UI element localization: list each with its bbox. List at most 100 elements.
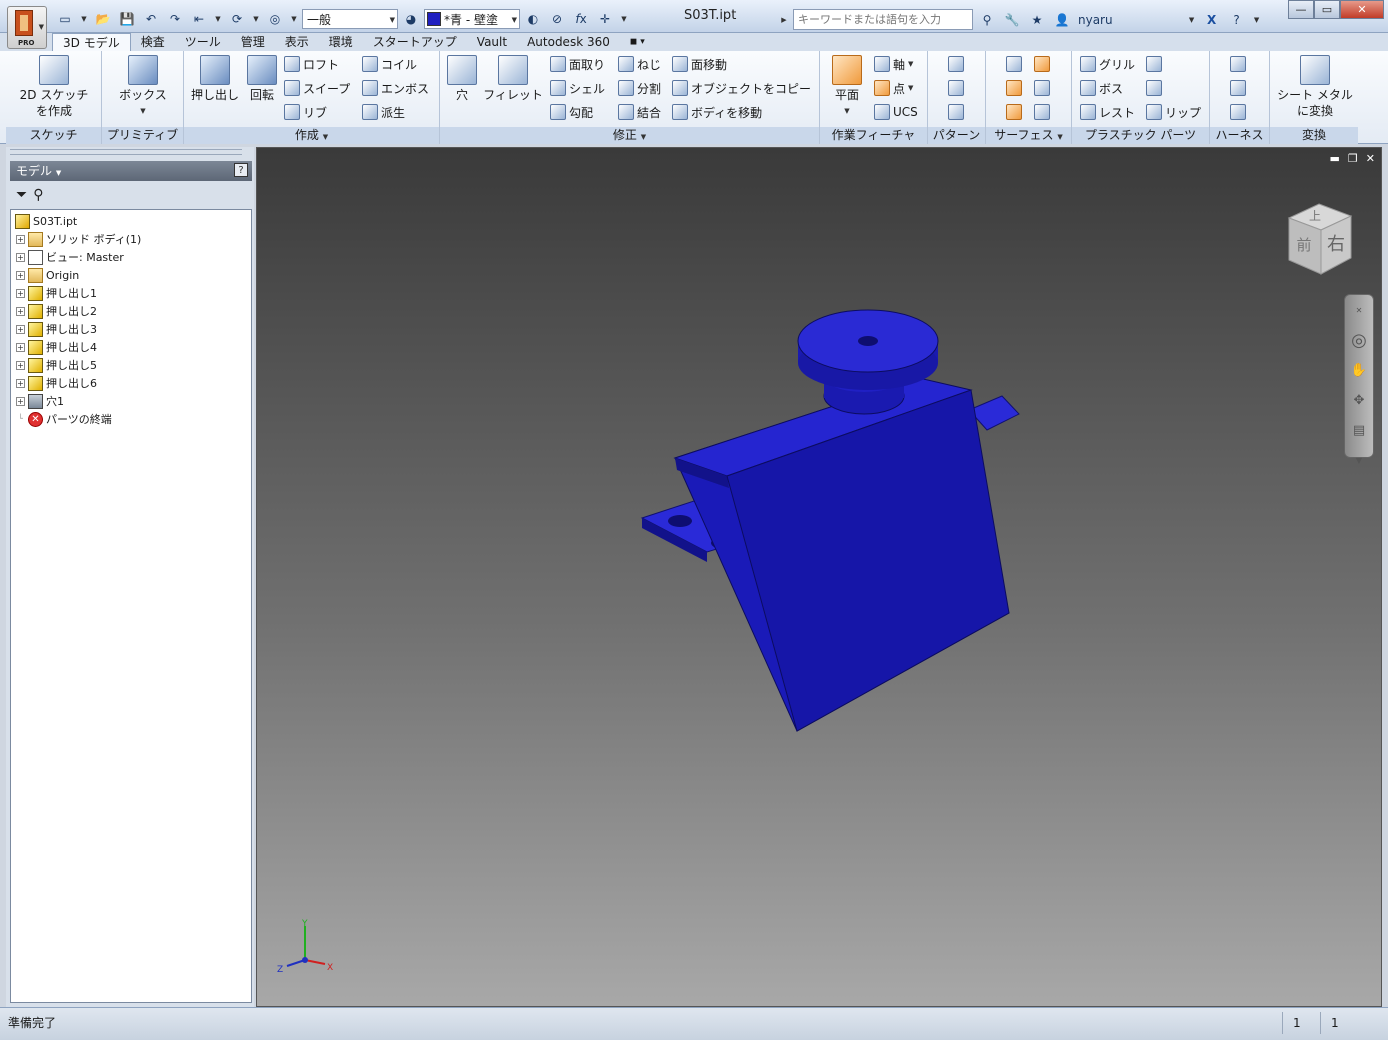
move-body-button[interactable]: ボディを移動: [672, 102, 762, 122]
minimize-button[interactable]: —: [1288, 0, 1314, 19]
tab-tools[interactable]: ツール: [175, 33, 231, 51]
tree-node-folder[interactable]: + Origin: [11, 266, 251, 284]
wrench-icon[interactable]: 🔧: [1001, 10, 1023, 30]
parameters-fx-icon[interactable]: fx: [570, 9, 592, 29]
tab-manage[interactable]: 管理: [231, 33, 275, 51]
combine-button[interactable]: 結合: [618, 102, 661, 122]
clear-appearance-icon[interactable]: ⊘: [546, 9, 568, 29]
tree-expand-icon[interactable]: +: [16, 234, 25, 244]
tree-node-feature[interactable]: + 押し出し5: [11, 356, 251, 374]
tree-expand-icon[interactable]: +: [16, 252, 25, 262]
delete-face-button[interactable]: [1034, 102, 1050, 122]
navbar-menu-icon[interactable]: ▼: [1348, 449, 1370, 471]
navbar-close-icon[interactable]: ✕: [1348, 299, 1370, 321]
tree-expand-icon[interactable]: +: [16, 342, 25, 352]
user-dropdown[interactable]: ▼: [1186, 10, 1198, 30]
close-button[interactable]: ✕: [1340, 0, 1384, 19]
viewcube[interactable]: 上 前 右: [1279, 200, 1359, 280]
viewport-minimize-icon[interactable]: ▬: [1330, 152, 1340, 165]
viewport-close-icon[interactable]: ✕: [1366, 152, 1375, 165]
steering-wheel-icon[interactable]: ◎: [1348, 329, 1370, 351]
graphics-viewport[interactable]: ▬ ❐ ✕ 上 前 右 ✕ ◎ ✋ ✥ ▤ ▼ Y X Z: [256, 147, 1382, 1007]
tree-node-root[interactable]: S03T.ipt: [11, 212, 251, 230]
tree-node-hole[interactable]: + 穴1: [11, 392, 251, 410]
tree-expand-icon[interactable]: +: [16, 360, 25, 370]
create-2d-sketch-button[interactable]: 2D スケッチ を作成: [16, 55, 92, 119]
move-face-button[interactable]: 面移動: [672, 54, 727, 74]
tree-expand-icon[interactable]: +: [16, 378, 25, 388]
point-button[interactable]: 点 ▼: [874, 78, 913, 98]
help-dropdown[interactable]: ▼: [1251, 10, 1263, 30]
color-combo[interactable]: *青 - 壁塗 ▼: [424, 9, 520, 29]
tree-node-feature[interactable]: + 押し出し1: [11, 284, 251, 302]
panel-title-create[interactable]: 作成 ▼: [184, 127, 439, 144]
axis-button[interactable]: 軸 ▼: [874, 54, 913, 74]
maximize-button[interactable]: ▭: [1314, 0, 1340, 19]
browser-grip[interactable]: [10, 149, 242, 155]
sweep-button[interactable]: スイープ: [284, 78, 350, 98]
convert-sheet-metal-button[interactable]: シート メタル に変換: [1272, 55, 1358, 119]
search-expand-icon[interactable]: ▶: [778, 10, 790, 30]
servo-model[interactable]: [627, 298, 1047, 748]
search-input[interactable]: [793, 9, 973, 30]
adjust-icon[interactable]: ◐: [522, 9, 544, 29]
shell-button[interactable]: シェル: [550, 78, 605, 98]
tab-getstarted[interactable]: スタートアップ: [363, 33, 467, 51]
derive-button[interactable]: 派生: [362, 102, 405, 122]
tree-node-feature[interactable]: + 押し出し4: [11, 338, 251, 356]
open-icon[interactable]: 📂: [92, 9, 114, 29]
tree-expand-icon[interactable]: +: [16, 324, 25, 334]
tree-node-folder[interactable]: + ソリッド ボディ(1): [11, 230, 251, 248]
fillet-button[interactable]: フィレット: [482, 55, 544, 103]
tab-view[interactable]: 表示: [275, 33, 319, 51]
trim-button[interactable]: [1034, 78, 1050, 98]
binoculars-icon[interactable]: ⚲: [976, 10, 998, 30]
exchange-x-icon[interactable]: X: [1201, 10, 1223, 30]
new-dropdown[interactable]: ▼: [78, 9, 90, 29]
thread-button[interactable]: ねじ: [618, 54, 661, 74]
harness-2-button[interactable]: [1230, 78, 1246, 98]
tree-node-feature[interactable]: + 押し出し3: [11, 320, 251, 338]
select-icon[interactable]: ◎: [264, 9, 286, 29]
ribbon-minimize-toggle[interactable]: ◼ ▾: [620, 33, 655, 51]
rule-fillet-button[interactable]: [1146, 78, 1162, 98]
appearance-icon[interactable]: ◕: [400, 9, 422, 29]
pan-hand-icon[interactable]: ✋: [1348, 359, 1370, 381]
tree-expand-icon[interactable]: +: [16, 288, 25, 298]
loft-button[interactable]: ロフト: [284, 54, 339, 74]
new-file-icon[interactable]: ▭: [54, 9, 76, 29]
tab-autodesk-360[interactable]: Autodesk 360: [517, 33, 620, 51]
revolve-button[interactable]: 回転: [242, 55, 282, 103]
tree-node-view[interactable]: + ビュー: Master: [11, 248, 251, 266]
rectangular-pattern-button[interactable]: [948, 54, 964, 74]
tab-inspect[interactable]: 検査: [131, 33, 175, 51]
panel-title-modify[interactable]: 修正 ▼: [440, 127, 819, 144]
select-dropdown[interactable]: ▼: [288, 9, 300, 29]
user-name[interactable]: nyaru: [1078, 13, 1113, 27]
mirror-button[interactable]: [948, 102, 964, 122]
stitch-button[interactable]: [1006, 78, 1022, 98]
split-button[interactable]: 分割: [618, 78, 661, 98]
undo-icon[interactable]: ↶: [140, 9, 162, 29]
copy-object-button[interactable]: オブジェクトをコピー: [672, 78, 811, 98]
help-icon[interactable]: ?: [1226, 10, 1248, 30]
return-dropdown[interactable]: ▼: [212, 9, 224, 29]
draft-button[interactable]: 勾配: [550, 102, 593, 122]
panel-title-surface[interactable]: サーフェス ▼: [986, 127, 1071, 144]
save-icon[interactable]: 💾: [116, 9, 138, 29]
add-icon[interactable]: ✛: [594, 9, 616, 29]
plane-button[interactable]: 平面 ▼: [826, 55, 868, 119]
hole-button[interactable]: 穴: [444, 55, 480, 103]
circular-pattern-button[interactable]: [948, 78, 964, 98]
patch-button[interactable]: [1034, 54, 1050, 74]
browser-help-icon[interactable]: ?: [234, 163, 248, 177]
tab-vault[interactable]: Vault: [467, 33, 517, 51]
tree-expand-icon[interactable]: +: [16, 306, 25, 316]
look-at-icon[interactable]: ▤: [1348, 419, 1370, 441]
filter-icon[interactable]: ⏷: [16, 187, 27, 203]
update-dropdown[interactable]: ▼: [250, 9, 262, 29]
sculpt-button[interactable]: [1006, 102, 1022, 122]
ucs-button[interactable]: UCS: [874, 102, 918, 122]
orbit-icon[interactable]: ✥: [1348, 389, 1370, 411]
rest-button[interactable]: レスト: [1080, 102, 1135, 122]
